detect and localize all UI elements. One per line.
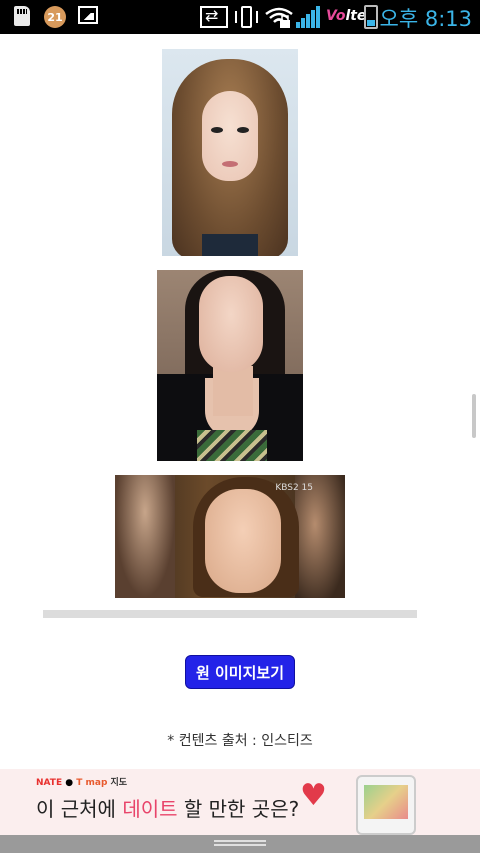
heart-icon: ♥ <box>300 778 327 813</box>
photo-selfie-2[interactable] <box>157 270 303 461</box>
volte-icon: Volte <box>326 8 367 24</box>
status-bar: 21 Volte 오후 8:13 <box>0 0 480 34</box>
clock: 오후 8:13 <box>379 7 472 31</box>
photo-portrait-1[interactable] <box>162 49 298 256</box>
wifi-lock-icon <box>264 6 294 28</box>
data-sync-icon <box>200 6 228 28</box>
ad-brand: NATE ● T map 지도 <box>36 778 128 788</box>
sd-card-icon <box>14 6 30 26</box>
source-credit: * 컨텐츠 출처 : 인스티즈 <box>167 733 313 749</box>
photo-broadcast-3[interactable]: KBS2 15 <box>115 475 345 598</box>
ad-headline: 이 근처에 데이트 할 만한 곳은? <box>36 797 300 821</box>
phone-map-icon <box>356 775 416 835</box>
divider-bar <box>43 610 417 618</box>
view-original-image-button[interactable]: 원 이미지보기 <box>185 655 295 689</box>
notification-badge: 21 <box>47 11 63 24</box>
gallery-icon <box>78 6 98 24</box>
scrollbar[interactable] <box>472 394 476 438</box>
signal-icon <box>296 6 322 28</box>
ad-banner[interactable]: NATE ● T map 지도 이 근처에 데이트 할 만한 곳은? ♥ <box>0 769 480 835</box>
vibrate-icon <box>234 6 260 28</box>
paw-icon: 21 <box>44 6 66 28</box>
bottom-drag-handle[interactable] <box>0 835 480 853</box>
battery-icon <box>364 5 378 29</box>
grip-icon <box>214 840 266 848</box>
broadcast-logo: KBS2 15 <box>275 483 313 493</box>
